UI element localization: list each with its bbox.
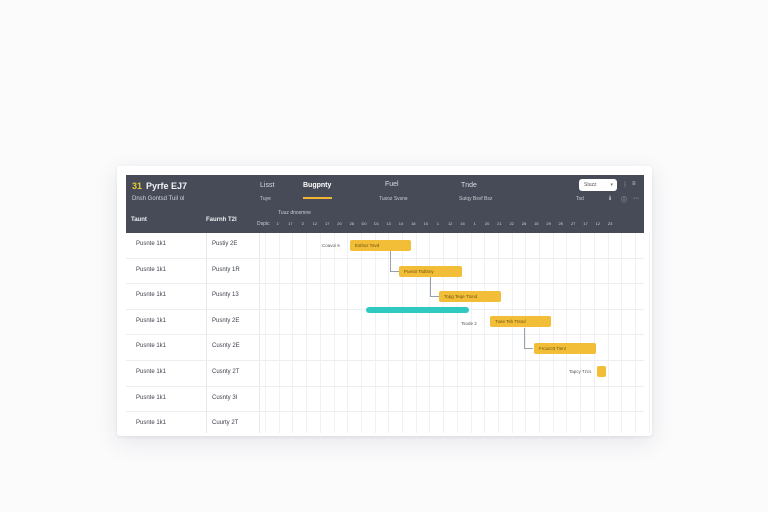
timeline-tick-label: 13 (386, 221, 391, 226)
timeline-tick-label: 16 (460, 221, 465, 226)
help-icon[interactable]: ⓘ (621, 195, 627, 204)
gantt-bar[interactable]: Frcazctt Tinnr (534, 343, 596, 354)
timeline-tick-label: 27 (570, 221, 576, 226)
task-name: Pusnte 1k1 (136, 394, 167, 401)
chevron-down-icon: ▾ (610, 182, 613, 188)
active-tab-underline (303, 197, 332, 199)
logo-icon: 31 (132, 181, 143, 191)
bar-side-label: Coavoi 6 (322, 243, 340, 248)
assignee: Pustiy 2E (212, 241, 238, 247)
timeline-tick-label: '2 (301, 221, 305, 226)
timeline-tick-label: 1 (436, 221, 439, 226)
table-row[interactable]: Pusnte 1k1 Cusnty 3I (126, 387, 644, 413)
timeline-tick-label: 17 (324, 221, 330, 226)
gantt-window: 31 Pyrfe EJ7 Dnsh Gontsd Tuil ol Lisst B… (117, 166, 652, 436)
timeline-tick-label: D0 (361, 221, 367, 226)
task-name: Pusnte 1k1 (136, 241, 167, 247)
timeline-day-prefix: Dspic (257, 221, 270, 227)
dependency-connector (390, 251, 391, 272)
more-icon[interactable]: ⋯ (633, 195, 639, 202)
gantt-bar[interactable]: Txee Tsh Ttsnd (490, 316, 551, 327)
bar-side-label: Tsode 2 (461, 321, 477, 326)
assignee: Cuurty 2T (212, 420, 239, 427)
task-name: Pusnte 1k1 (136, 317, 167, 324)
timeline-tick-label: 12 (312, 221, 318, 226)
table-row[interactable]: Pusnte 1k1 Pusnty 1R (126, 259, 644, 285)
timeline-tick-label: 14 (398, 221, 404, 226)
search-value: Stuzz (584, 182, 597, 188)
sub-label-type: Tuye (260, 196, 271, 202)
dependency-connector (430, 296, 439, 297)
task-name: Pusnte 1k1 (136, 343, 167, 350)
info-icon[interactable]: ℹ (609, 195, 611, 202)
tab-gantt[interactable]: Bugpnty (303, 182, 331, 189)
tab-fuel[interactable]: Fuel (385, 181, 399, 188)
assignee: Pusnty 1R (212, 266, 240, 273)
timeline-tick-label: 17 (583, 221, 588, 226)
sub-label-tsd: Tsd (576, 196, 584, 202)
column-header-task[interactable]: Taunt (131, 217, 147, 223)
task-name: Pusnte 1k1 (136, 369, 167, 375)
gantt-header: 31 Pyrfe EJ7 Dnsh Gontsd Tuil ol Lisst B… (126, 175, 644, 233)
timeline-tick-label: 15 (423, 221, 428, 226)
timeline-tick-label: 2E (558, 221, 564, 226)
tab-tnde[interactable]: Tnde (461, 182, 477, 189)
timeline-tick-label: 12 (447, 221, 453, 226)
timeline-tick-label: 28 (521, 221, 527, 226)
assignee: Cusnty 3I (212, 394, 238, 401)
timeline-tick-label: 1 (473, 221, 476, 226)
task-name: Pusnte 1k1 (136, 292, 167, 299)
timeline-tick-label: 20 (484, 221, 490, 226)
gantt-bar[interactable]: Esthxz Tovd (350, 240, 411, 251)
timeline-tick-label: 22 (509, 221, 514, 226)
dependency-connector (390, 271, 399, 272)
task-name: Pusnte 1k1 (136, 420, 167, 427)
timeline-tick-label: 20 (337, 221, 342, 226)
sub-label-filter: Suiqy Bsvf Bsz (459, 196, 493, 202)
assignee: Pusnty 13 (212, 292, 239, 299)
timeline-tick-label: 1' (276, 221, 280, 226)
gantt-bar-progress[interactable] (366, 307, 469, 313)
timeline-tick-label: 12 (595, 221, 601, 226)
timeline-range-label: Tuuz dnosmne (278, 210, 311, 216)
timeline-tick-label: D1 (373, 221, 379, 226)
menu-icon[interactable]: ⋮ (622, 181, 628, 188)
timeline-tick-label: 17 (288, 221, 293, 226)
bar-side-label: Tapcy Tzcs (569, 369, 592, 374)
assignee: Cusnty 2E (212, 343, 240, 350)
column-header-assignee[interactable]: Faurnh T2l (206, 217, 237, 223)
timeline-tick-label: 15 (534, 221, 539, 226)
timeline-tick-label: 28 (349, 221, 355, 226)
project-title[interactable]: Pyrfe EJ7 (146, 181, 187, 191)
gantt-bar[interactable]: Topg Teqe Ttxnd (439, 291, 501, 302)
dependency-connector (524, 328, 525, 349)
table-row[interactable]: Pusnte 1k1 Pusnty 2E (126, 310, 644, 336)
tab-list[interactable]: Lisst (260, 182, 274, 189)
task-name: Pusnte 1k1 (136, 266, 167, 273)
sub-label-status: Tusoz Svsne (379, 196, 408, 202)
assignee: Pusnty 2E (212, 317, 240, 324)
list-icon[interactable]: ≡ (632, 181, 636, 187)
table-row[interactable]: Pusnte 1k1 Pusnty 13 (126, 284, 644, 310)
table-row[interactable]: Pusnte 1k1 Cusnty 2T (126, 361, 644, 387)
assignee: Cusnty 2T (212, 369, 240, 375)
timeline-tick-label: 21 (497, 221, 502, 226)
search-input[interactable]: Stuzz ▾ (579, 179, 617, 191)
timeline-tick-label: 18 (411, 221, 416, 226)
table-row[interactable]: Pusnte 1k1 Cuurty 2T (126, 412, 644, 436)
gantt-bar[interactable]: Pueotr Tsdtsny (399, 266, 462, 277)
timeline-tick-label: 23 (607, 221, 613, 226)
dependency-connector (524, 348, 533, 349)
dependency-connector (430, 277, 431, 297)
gantt-milestone[interactable] (597, 366, 606, 377)
timeline-gridline (648, 233, 650, 433)
project-subtitle: Dnsh Gontsd Tuil ol (132, 196, 185, 202)
timeline-tick-label: 29 (546, 221, 551, 226)
